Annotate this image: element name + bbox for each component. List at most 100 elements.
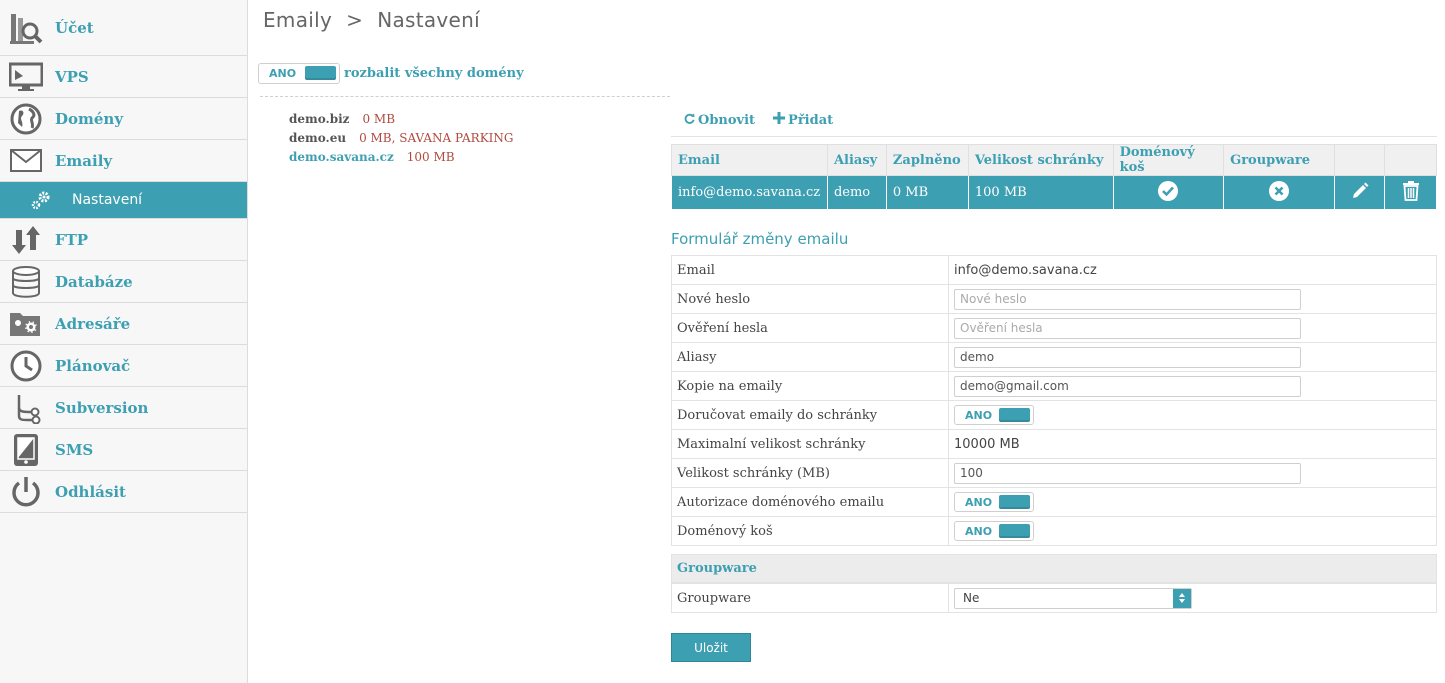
email-edit-form: Email info@demo.savana.cz Nové heslo Ově… [671, 255, 1437, 546]
domain-size: 0 MB [362, 112, 396, 126]
column-header-delete [1384, 144, 1437, 176]
column-header-aliases: Aliasy [826, 144, 887, 176]
clock-icon [9, 349, 43, 383]
form-label: Aliasy [671, 342, 949, 372]
sidebar-subitem-nastaveni[interactable]: Nastavení [0, 182, 247, 219]
sidebar-item-label: Nastavení [72, 192, 143, 208]
sidebar-item-label: FTP [55, 230, 89, 249]
form-title: Formulář změny emailu [671, 230, 849, 248]
sidebar-item-odhlasit[interactable]: Odhlásit [0, 471, 247, 513]
sidebar-item-label: Databáze [55, 272, 133, 291]
toggle-knob [999, 495, 1030, 509]
add-button[interactable]: Přidat [773, 112, 833, 128]
verify-password-input[interactable] [954, 317, 1301, 339]
expand-all-label[interactable]: rozbalit všechny domény [344, 66, 524, 81]
sidebar-item-ucet[interactable]: Účet [0, 0, 247, 56]
sidebar-item-label: Účet [55, 18, 94, 37]
form-row-deliver: Doručovat emaily do schránky ANO [671, 400, 1437, 430]
domain-name[interactable]: demo.eu [289, 129, 346, 148]
domain-size: 0 MB, SAVANA PARKING [359, 131, 514, 145]
account-search-icon [9, 11, 43, 45]
folder-gear-icon [9, 307, 43, 341]
sidebar-item-domeny[interactable]: Domény [0, 98, 247, 140]
sidebar: Účet VPS Domény Emaily Nastavení FTP Dat… [0, 0, 248, 683]
phone-icon [9, 433, 43, 467]
delete-button[interactable] [1384, 175, 1437, 210]
domain-name[interactable]: demo.biz [289, 110, 349, 129]
domain-list: demo.biz 0 MB demo.eu 0 MB, SAVANA PARKI… [289, 110, 514, 167]
sidebar-item-label: Adresáře [55, 314, 131, 333]
box-size-input[interactable] [954, 462, 1301, 484]
table-row[interactable]: info@demo.savana.cz demo 0 MB 100 MB [671, 175, 1437, 210]
divider [260, 96, 670, 97]
groupware-table: Groupware Ne [671, 583, 1437, 613]
sidebar-item-emaily[interactable]: Emaily [0, 140, 247, 182]
toggle-knob [999, 408, 1030, 422]
max-size-value: 10000 MB [954, 436, 1020, 452]
sidebar-item-planovac[interactable]: Plánovač [0, 345, 247, 387]
sidebar-item-databaze[interactable]: Databáze [0, 261, 247, 303]
sidebar-item-ftp[interactable]: FTP [0, 219, 247, 261]
breadcrumb: Emaily > Nastavení [263, 8, 480, 32]
auth-toggle[interactable]: ANO [954, 492, 1034, 512]
sidebar-item-label: Emaily [55, 151, 113, 170]
breadcrumb-nastaveni: Nastavení [377, 8, 480, 32]
sidebar-item-label: Plánovač [55, 356, 131, 375]
toggle-text: ANO [965, 495, 993, 509]
x-circle-icon [1268, 180, 1289, 205]
aliases-input[interactable] [954, 346, 1301, 368]
refresh-button[interactable]: Obnovit [684, 112, 755, 128]
domain-item[interactable]: demo.biz 0 MB [289, 110, 514, 129]
domain-name[interactable]: demo.savana.cz [289, 148, 394, 167]
database-icon [9, 265, 43, 299]
breadcrumb-emaily[interactable]: Emaily [263, 8, 332, 32]
power-icon [9, 475, 43, 509]
form-label: Velikost schránky (MB) [671, 458, 949, 488]
toggle-text: ANO [965, 408, 993, 422]
form-row-verify-password: Ověření hesla [671, 313, 1437, 343]
new-password-input[interactable] [954, 288, 1301, 310]
form-row-groupware: Groupware Ne [671, 583, 1437, 613]
sidebar-item-label: VPS [55, 67, 89, 86]
expand-all-toggle[interactable]: ANO [258, 63, 340, 84]
form-label: Doménový koš [671, 516, 949, 546]
form-row-auth: Autorizace doménového emailu ANO [671, 487, 1437, 517]
form-label: Groupware [671, 583, 949, 613]
monitor-icon [9, 60, 43, 94]
column-header-size: Velikost schránky [967, 144, 1114, 176]
form-label: Maximalní velikost schránky [671, 429, 949, 459]
select-arrows-icon [1173, 588, 1191, 608]
branch-icon [9, 391, 43, 425]
globe-icon [9, 102, 43, 136]
save-button[interactable]: Uložit [671, 633, 751, 662]
deliver-toggle[interactable]: ANO [954, 405, 1034, 425]
sidebar-item-sms[interactable]: SMS [0, 429, 247, 471]
toggle-text: ANO [269, 67, 297, 80]
groupware-section-title: Groupware [671, 554, 1437, 583]
form-row-box-size: Velikost schránky (MB) [671, 458, 1437, 488]
form-row-email: Email info@demo.savana.cz [671, 255, 1437, 285]
column-header-email: Email [671, 144, 828, 176]
sidebar-item-subversion[interactable]: Subversion [0, 387, 247, 429]
expand-all-row: ANO rozbalit všechny domény [258, 63, 524, 84]
table-header-row: Email Aliasy Zaplněno Velikost schránky … [671, 144, 1437, 176]
email-table: Email Aliasy Zaplněno Velikost schránky … [671, 144, 1437, 210]
check-circle-icon [1158, 180, 1179, 205]
sidebar-item-adresare[interactable]: Adresáře [0, 303, 247, 345]
sidebar-item-label: SMS [55, 440, 94, 459]
copy-emails-input[interactable] [954, 375, 1301, 397]
domain-item[interactable]: demo.eu 0 MB, SAVANA PARKING [289, 129, 514, 148]
email-actions: Obnovit Přidat [684, 112, 851, 128]
cell-used: 0 MB [885, 175, 969, 210]
column-header-domain-trash: Doménový koš [1112, 144, 1225, 176]
domain-trash-toggle[interactable]: ANO [954, 521, 1034, 541]
sidebar-item-vps[interactable]: VPS [0, 56, 247, 98]
edit-button[interactable] [1333, 175, 1386, 210]
form-label: Autorizace doménového emailu [671, 487, 949, 517]
refresh-label: Obnovit [698, 112, 756, 128]
column-header-groupware: Groupware [1223, 144, 1335, 176]
domain-size: 100 MB [406, 150, 455, 164]
sidebar-item-label: Domény [55, 109, 124, 128]
groupware-select[interactable]: Ne [954, 587, 1192, 609]
domain-item[interactable]: demo.savana.cz 100 MB [289, 148, 514, 167]
